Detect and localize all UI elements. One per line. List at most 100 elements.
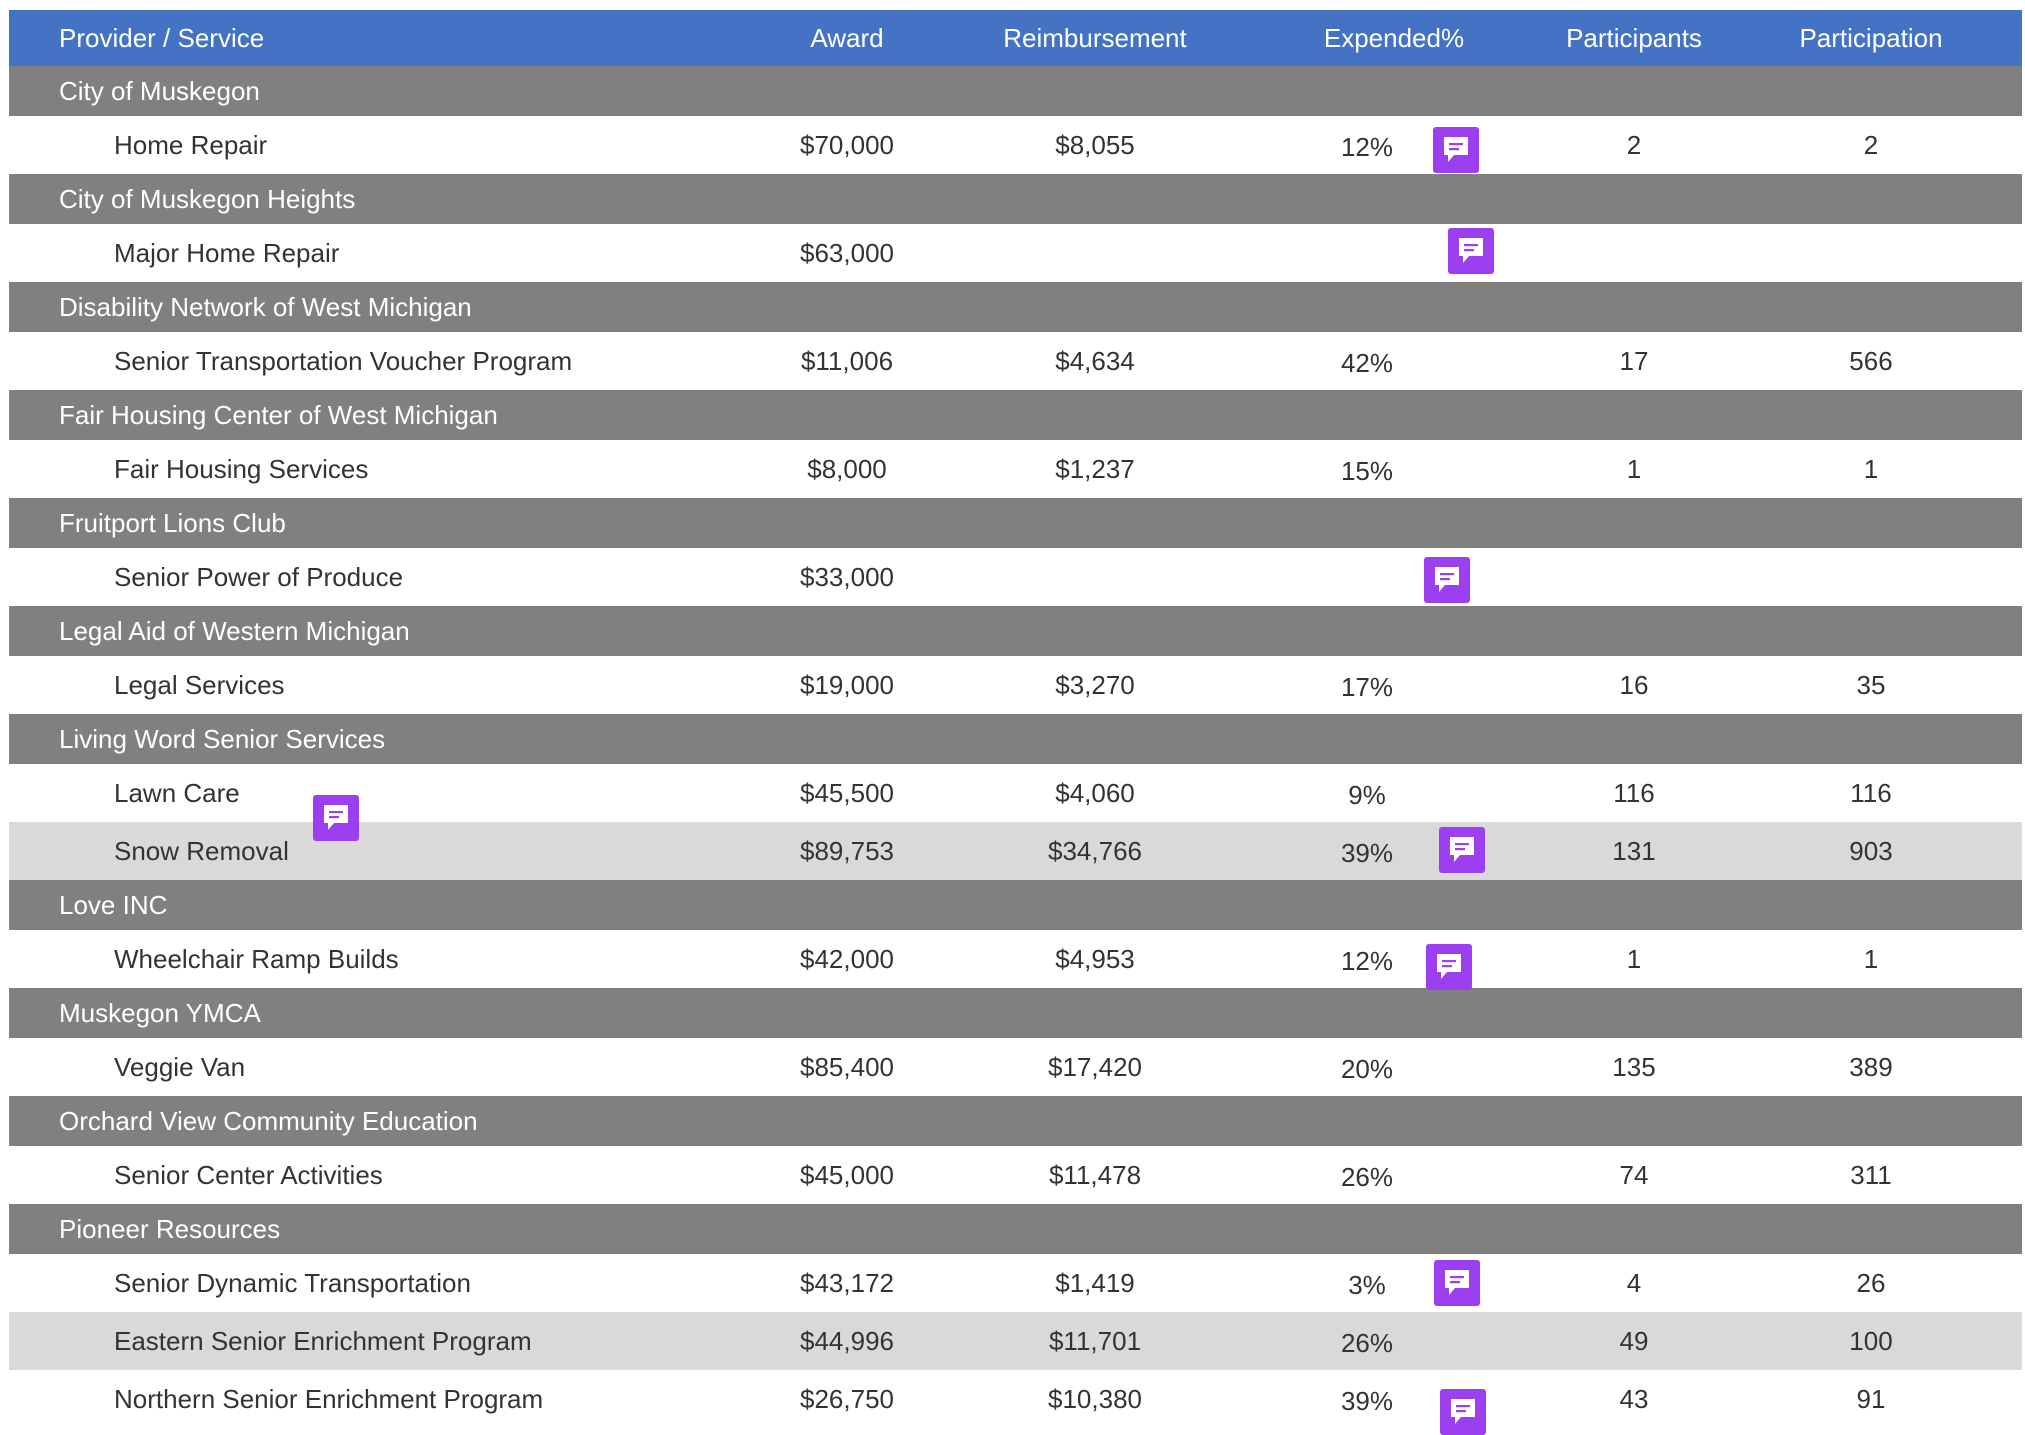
speech-bubble-glyph [1435, 567, 1459, 592]
expended-value: 39% [1340, 1386, 1394, 1416]
service-row[interactable]: Wheelchair Ramp Builds $42,000 $4,953 12% 1 1 [9, 930, 2022, 988]
service-name: Veggie Van [114, 1051, 246, 1082]
service-name: Major Home Repair [114, 237, 340, 268]
service-name: Senior Dynamic Transportation [114, 1267, 471, 1298]
participants-value: 49 [1619, 1325, 1649, 1356]
participants-value: 1 [1626, 453, 1642, 484]
service-row[interactable]: Home Repair $70,000 $8,055 12% 2 2 [9, 116, 2022, 174]
expended-value: 9% [1348, 780, 1386, 810]
reimbursement-value: $1,237 [1055, 453, 1135, 484]
award-value: $45,500 [800, 777, 894, 808]
service-row[interactable]: Senior Transportation Voucher Program $11… [9, 332, 2022, 390]
award-value: $26,750 [800, 1383, 894, 1414]
service-row[interactable]: Senior Power of Produce $33,000 [9, 548, 2022, 606]
comment-icon[interactable] [313, 795, 359, 841]
service-row[interactable]: Senior Center Activities $45,000 $11,478 26… [9, 1146, 2022, 1204]
provider-group-row[interactable]: Fair Housing Center of West Michigan [9, 390, 2022, 440]
participants-value: 43 [1619, 1383, 1649, 1414]
header-reimbursement[interactable]: Reimbursement [995, 10, 1195, 66]
provider-group-row[interactable]: Fruitport Lions Club [9, 498, 2022, 548]
award-value: $89,753 [800, 835, 894, 866]
participants-value: 135 [1612, 1051, 1656, 1082]
reimbursement-value [995, 548, 1195, 606]
header-award[interactable]: Award [747, 10, 947, 66]
award-value: $33,000 [800, 561, 894, 592]
service-row[interactable]: Major Home Repair $63,000 [9, 224, 2022, 282]
participation-value [1771, 548, 1971, 606]
expended-value: 17% [1340, 672, 1394, 702]
reimbursement-value: $4,634 [1055, 345, 1135, 376]
reimbursement-value [995, 224, 1195, 282]
speech-bubble-glyph [1445, 1270, 1469, 1295]
participation-value: 116 [1850, 777, 1892, 808]
comment-icon[interactable] [1426, 944, 1472, 990]
provider-group-row[interactable]: Living Word Senior Services [9, 714, 2022, 764]
expended-value: 39% [1340, 838, 1394, 868]
service-name: Wheelchair Ramp Builds [114, 943, 399, 974]
service-row[interactable]: Veggie Van $85,400 $17,420 20% 135 389 [9, 1038, 2022, 1096]
expended-value: 20% [1340, 1054, 1394, 1084]
header-provider[interactable]: Provider / Service [59, 10, 264, 66]
provider-group-row[interactable]: City of Muskegon [9, 66, 2022, 116]
expended-value: 15% [1340, 456, 1394, 486]
provider-group-row[interactable]: Muskegon YMCA [9, 988, 2022, 1038]
service-name: Home Repair [114, 129, 268, 160]
reimbursement-value: $3,270 [1055, 669, 1135, 700]
award-value: $63,000 [800, 237, 894, 268]
comment-icon[interactable] [1434, 1260, 1480, 1306]
comment-icon[interactable] [1424, 557, 1470, 603]
provider-group-row[interactable]: City of Muskegon Heights [9, 174, 2022, 224]
comment-icon[interactable] [1433, 127, 1479, 173]
header-expended[interactable]: Expended% [1294, 10, 1494, 66]
provider-name: Fair Housing Center of West Michigan [59, 399, 498, 430]
table-header: Provider / Service Award Reimbursement E… [9, 10, 2022, 66]
award-value: $8,000 [807, 453, 887, 484]
provider-name: Living Word Senior Services [59, 723, 386, 754]
service-row[interactable]: Northern Senior Enrichment Program $26,75… [9, 1370, 2022, 1428]
participation-value: 389 [1849, 1051, 1893, 1082]
participation-value: 903 [1849, 835, 1893, 866]
participation-value: 1 [1863, 453, 1879, 484]
service-row[interactable]: Snow Removal $89,753 $34,766 39% 131 903 [9, 822, 2022, 880]
participants-value: 131 [1612, 835, 1656, 866]
provider-group-row[interactable]: Love INC [9, 880, 2022, 930]
header-participation[interactable]: Participation [1771, 10, 1971, 66]
reimbursement-value: $1,419 [1055, 1267, 1135, 1298]
reimbursement-value: $11,478 [1048, 1159, 1142, 1190]
participants-value: 4 [1626, 1267, 1642, 1298]
participation-value: 566 [1849, 345, 1893, 376]
provider-name: Disability Network of West Michigan [59, 291, 472, 322]
provider-name: Love INC [59, 889, 168, 920]
award-value: $45,000 [800, 1159, 894, 1190]
provider-group-row[interactable]: Orchard View Community Education [9, 1096, 2022, 1146]
participation-value [1771, 224, 1971, 282]
service-name: Lawn Care [114, 777, 240, 808]
service-name: Senior Power of Produce [114, 561, 404, 592]
service-name: Senior Center Activities [114, 1159, 383, 1190]
provider-group-row[interactable]: Disability Network of West Michigan [9, 282, 2022, 332]
service-name: Legal Services [114, 669, 285, 700]
service-row[interactable]: Lawn Care $45,500 $4,060 9% 116 116 [9, 764, 2022, 822]
service-row[interactable]: Eastern Senior Enrichment Program $44,996… [9, 1312, 2022, 1370]
comment-icon[interactable] [1439, 827, 1485, 873]
award-value: $19,000 [800, 669, 894, 700]
participants-value: 16 [1619, 669, 1649, 700]
reimbursement-value: $17,420 [1048, 1051, 1142, 1082]
header-participants[interactable]: Participants [1534, 10, 1734, 66]
reimbursement-value: $10,380 [1048, 1383, 1142, 1414]
service-row[interactable]: Fair Housing Services $8,000 $1,237 15% 1 1 [9, 440, 2022, 498]
comment-icon[interactable] [1440, 1389, 1486, 1435]
participants-value: 17 [1619, 345, 1649, 376]
provider-group-row[interactable]: Legal Aid of Western Michigan [9, 606, 2022, 656]
report-table: Provider / Service Award Reimbursement E… [9, 10, 2022, 1428]
participation-value: 35 [1856, 669, 1886, 700]
service-row[interactable]: Senior Dynamic Transportation $43,172 $1,4… [9, 1254, 2022, 1312]
speech-bubble-glyph [1444, 137, 1468, 162]
speech-bubble-glyph [1459, 238, 1483, 263]
provider-group-row[interactable]: Pioneer Resources [9, 1204, 2022, 1254]
participation-value: 100 [1849, 1325, 1893, 1356]
service-row[interactable]: Legal Services $19,000 $3,270 17% 16 35 [9, 656, 2022, 714]
comment-icon[interactable] [1448, 228, 1494, 274]
award-value: $70,000 [800, 129, 894, 160]
participation-value: 1 [1863, 943, 1879, 974]
